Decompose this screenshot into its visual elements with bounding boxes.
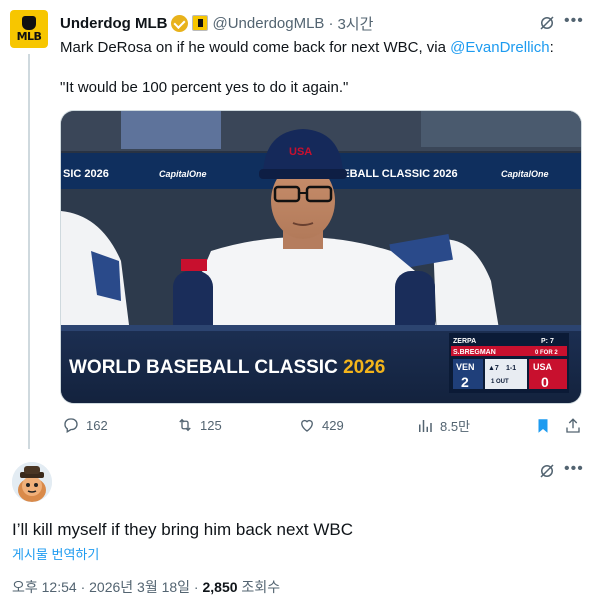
reply-timestamp[interactable]: 오후 12:54 · 2026년 3월 18일 · bbox=[12, 579, 203, 595]
scorebug-pitch-count: P: 7 bbox=[541, 338, 554, 345]
reply-meta: 오후 12:54 · 2026년 3월 18일 · 2,850 조회수 bbox=[12, 577, 280, 597]
reply-views-label: 조회수 bbox=[237, 579, 281, 595]
views-button[interactable]: 8.5만 bbox=[416, 416, 470, 435]
dugout-banner-text: WORLD BASEBALL CLASSIC 2026 bbox=[69, 357, 385, 378]
mention-link[interactable]: @EvanDrellich bbox=[450, 39, 549, 56]
scorebug-away-score: 2 bbox=[461, 374, 469, 390]
banner-sponsor-left: CapitalOne bbox=[159, 169, 207, 179]
bookmark-icon[interactable] bbox=[534, 417, 552, 435]
more-options-icon[interactable]: ••• bbox=[564, 12, 584, 30]
tweet-text-body: Mark DeRosa on if he would come back for… bbox=[60, 39, 451, 56]
reply-avatar[interactable] bbox=[12, 462, 52, 502]
tweet-action-bar: 162 125 429 8.5만 bbox=[60, 416, 582, 438]
reply-views-count: 2,850 bbox=[202, 579, 238, 595]
translate-post-link[interactable]: 게시물 번역하기 bbox=[12, 544, 99, 563]
verified-badge-icon[interactable] bbox=[171, 14, 189, 32]
cartoon-avatar-icon bbox=[12, 462, 52, 502]
reply-icon bbox=[64, 418, 78, 433]
like-count: 429 bbox=[322, 417, 344, 433]
scorebug-home-score: 0 bbox=[541, 374, 549, 390]
original-tweet[interactable]: MLB Underdog MLB @UnderdogMLB · 3시간 ••• … bbox=[0, 0, 600, 455]
media-scene: SIC 2026 CapitalOne ASEBALL CLASSIC 2026… bbox=[61, 111, 581, 403]
analytics-icon bbox=[419, 419, 432, 432]
flag-banner bbox=[121, 111, 221, 149]
cap-logo: USA bbox=[289, 146, 312, 158]
views-count: 8.5만 bbox=[440, 419, 471, 434]
scorebug-batter-stats: 0 FOR 2 bbox=[535, 350, 558, 356]
grok-icon[interactable] bbox=[538, 462, 556, 480]
user-handle[interactable]: @UnderdogMLB bbox=[212, 15, 324, 32]
tweet-media-image[interactable]: SIC 2026 CapitalOne ASEBALL CLASSIC 2026… bbox=[60, 110, 582, 404]
tweet-quote-text: "It would be 100 percent yes to do it ag… bbox=[60, 79, 349, 96]
affiliate-badge-icon[interactable] bbox=[192, 15, 209, 31]
underdog-mlb-avatar[interactable]: MLB bbox=[10, 10, 48, 48]
scorebug-inning: ▲7 bbox=[488, 365, 499, 372]
retweet-count: 125 bbox=[200, 417, 222, 433]
more-options-icon[interactable]: ••• bbox=[564, 460, 584, 478]
like-button[interactable]: 429 bbox=[298, 416, 344, 434]
tweet-text: Mark DeRosa on if he would come back for… bbox=[60, 38, 580, 58]
tweet-header: Underdog MLB @UnderdogMLB · 3시간 bbox=[60, 13, 373, 33]
tweet-time[interactable]: 3시간 bbox=[337, 13, 373, 34]
scorebug-count: 1-1 bbox=[506, 365, 516, 372]
banner-text-left: SIC 2026 bbox=[63, 168, 109, 180]
thread-line bbox=[28, 54, 30, 449]
tweet-text-suffix: : bbox=[549, 39, 554, 56]
scorebug-outs: 1 OUT bbox=[491, 379, 509, 385]
reply-count: 162 bbox=[86, 417, 108, 433]
heart-icon bbox=[301, 419, 313, 432]
scorebug-home-team: USA bbox=[533, 362, 553, 372]
underdog-dog-logo-icon bbox=[22, 16, 36, 30]
scorebug: ZERPA P: 7 S.BREGMAN 0 FOR 2 VEN 2 ▲7 1-… bbox=[449, 333, 569, 393]
scorebug-batter: S.BREGMAN bbox=[453, 349, 496, 356]
scorebug-pitcher: ZERPA bbox=[453, 338, 476, 345]
retweet-icon bbox=[179, 418, 191, 432]
separator-dot: · bbox=[328, 14, 334, 32]
reply-tweet[interactable]: ••• I’ll kill myself if they bring him b… bbox=[0, 455, 600, 603]
avatar-mlb-text: MLB bbox=[16, 30, 42, 43]
share-icon[interactable] bbox=[564, 417, 582, 435]
retweet-button[interactable]: 125 bbox=[176, 416, 222, 434]
reply-button[interactable]: 162 bbox=[62, 416, 108, 434]
banner-sponsor-right: CapitalOne bbox=[501, 169, 549, 179]
reply-text: I’ll kill myself if they bring him back … bbox=[12, 520, 354, 539]
scorebug-away-team: VEN bbox=[456, 362, 475, 372]
grok-icon[interactable] bbox=[538, 14, 556, 32]
display-name[interactable]: Underdog MLB bbox=[60, 15, 167, 32]
